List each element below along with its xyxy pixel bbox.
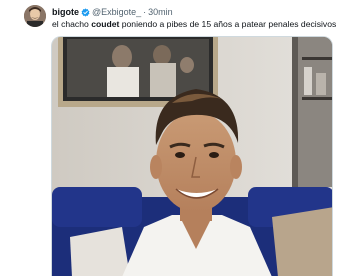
separator: ·	[143, 7, 147, 17]
timestamp[interactable]: 30min	[148, 7, 173, 17]
author-handle[interactable]: @Exbigote_	[92, 7, 141, 17]
tweet-text-after: poniendo a pibes de 15 años a patear pen…	[119, 19, 337, 29]
avatar[interactable]	[24, 5, 46, 27]
verified-badge-icon	[81, 7, 90, 17]
author-name[interactable]: bigote	[52, 7, 79, 17]
tweet-text: el chacho coudet poniendo a pibes de 15 …	[52, 18, 346, 30]
tweet[interactable]: bigote @Exbigote_ · 30min el chacho coud…	[0, 0, 350, 276]
tweet-media-video[interactable]	[51, 36, 333, 276]
tweet-header: bigote @Exbigote_ · 30min	[52, 5, 342, 19]
tweet-text-before: el chacho	[52, 19, 92, 29]
tweet-text-bold: coudet	[91, 19, 120, 29]
